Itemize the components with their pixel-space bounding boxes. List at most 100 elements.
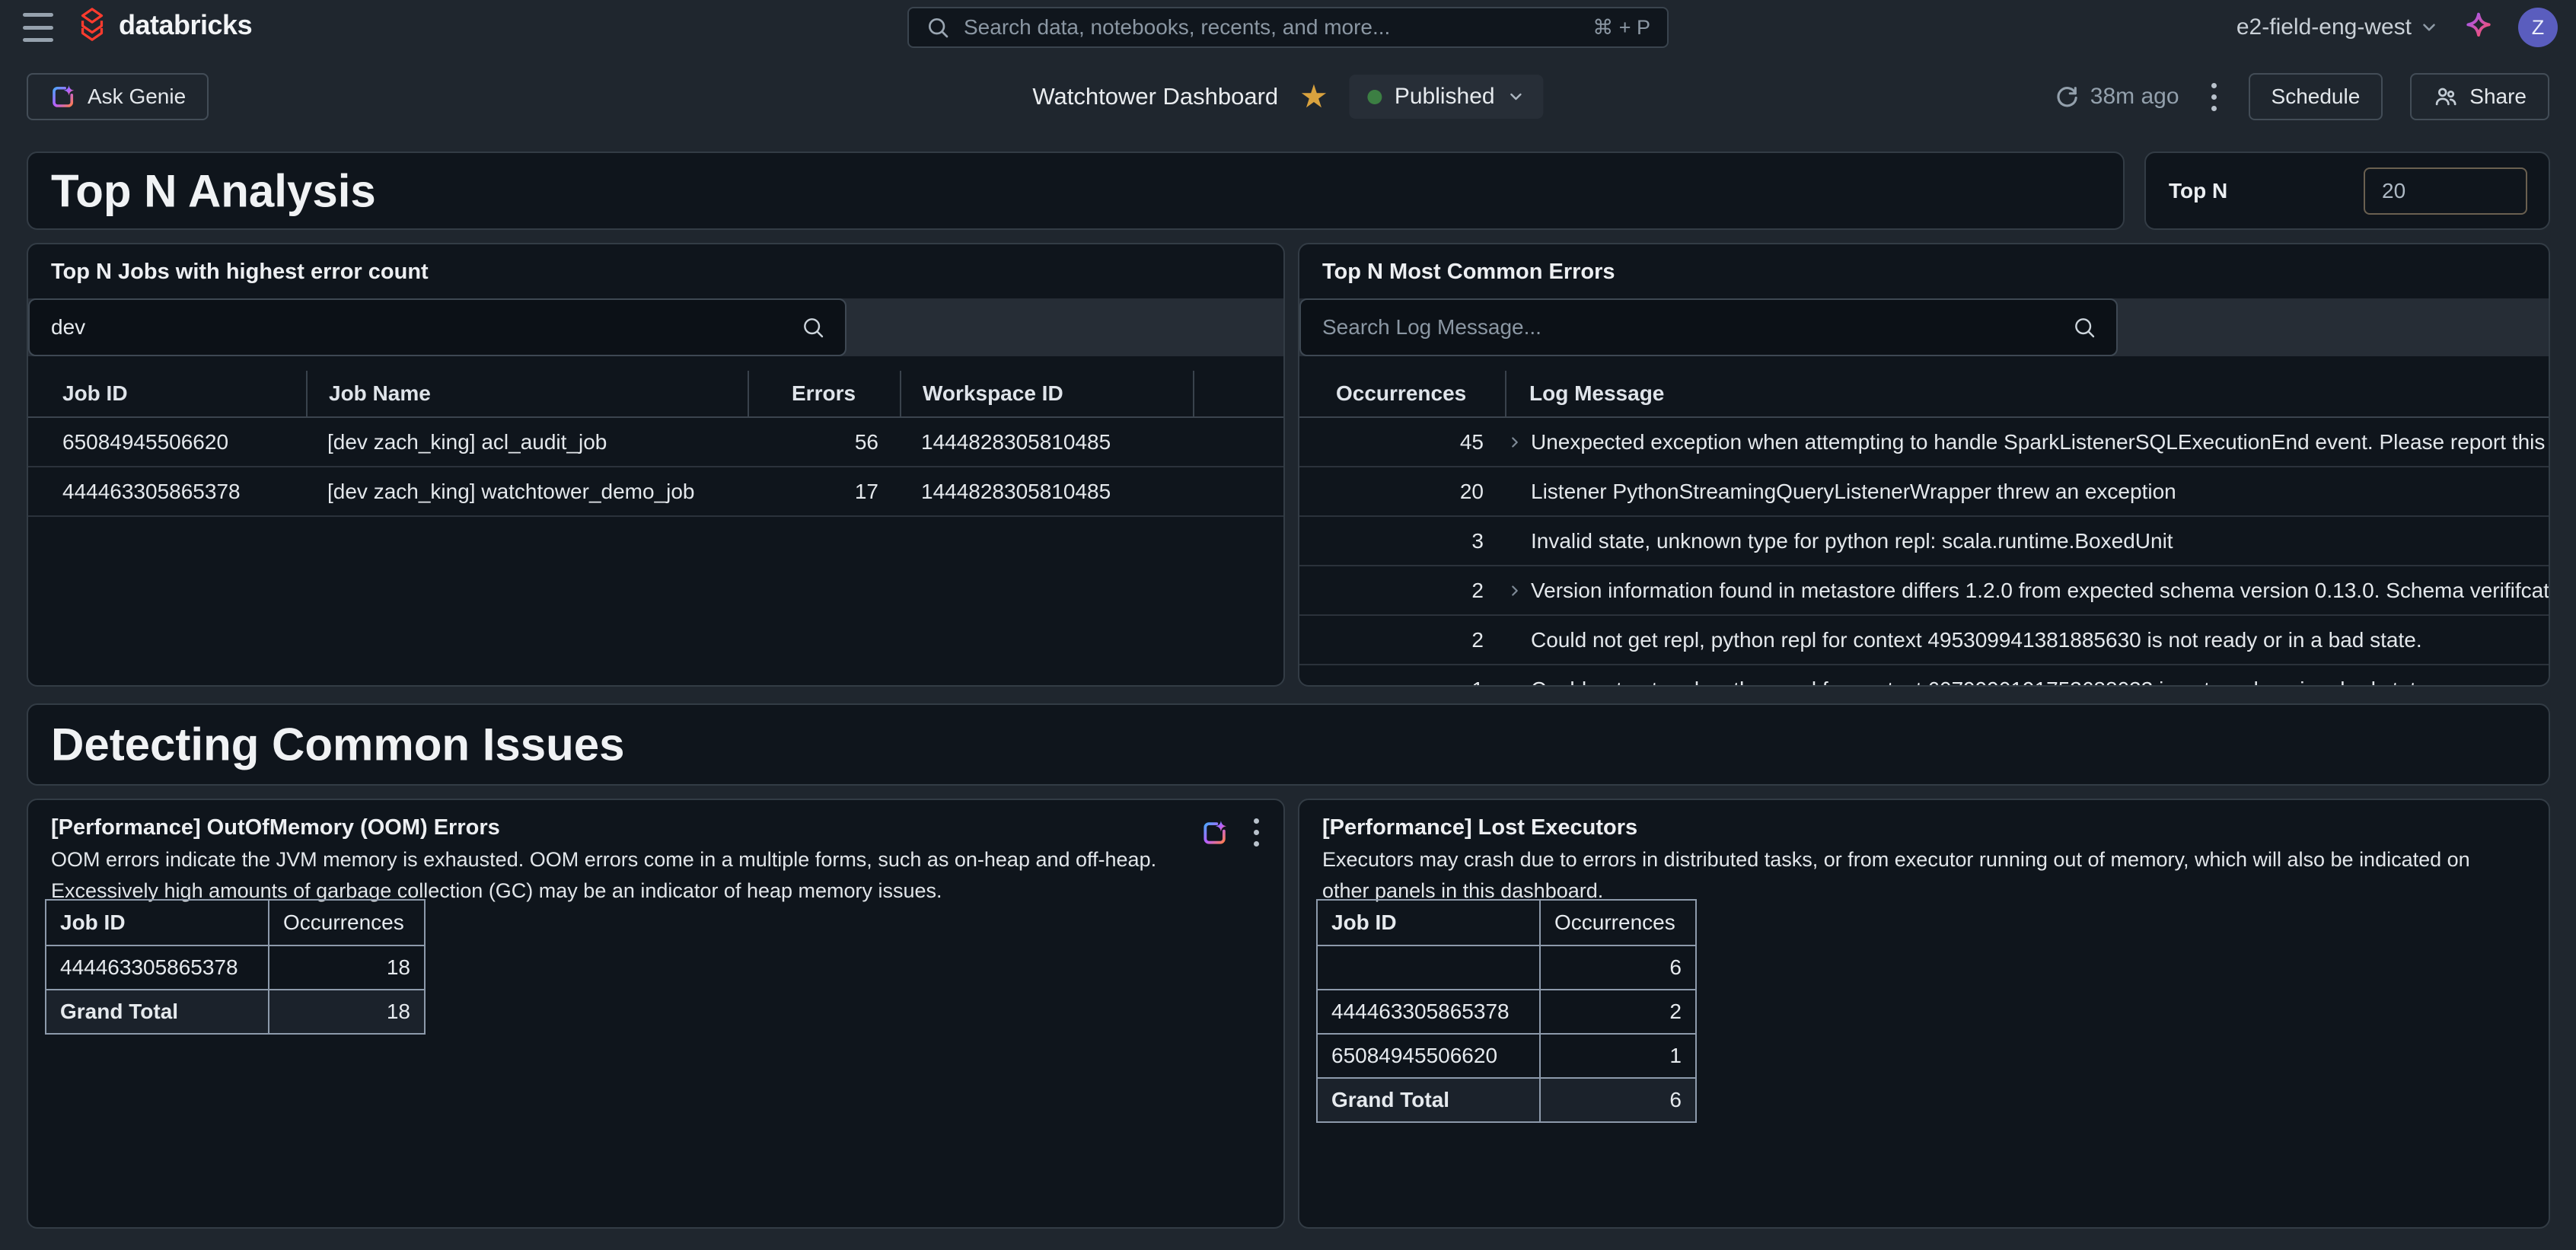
cell-job-id: 444463305865378 [46,945,268,989]
expand-chevron-icon[interactable] [1506,582,1523,599]
top-n-analysis-heading: Top N Analysis [51,164,376,217]
errors-search-box[interactable] [1299,298,2118,356]
expand-chevron-icon[interactable] [1506,434,1523,451]
search-shortcut: ⌘ + P [1592,16,1650,40]
oom-panel-actions [1200,814,1264,851]
jobs-search-strip [28,298,1283,356]
column-header-log-message: Log Message [1505,371,2549,416]
lost-executors-table: Job ID Occurrences 6 444463305865378 2 6… [1316,899,1697,1123]
cell-job-id: 65084945506620 [1318,1033,1539,1077]
databricks-logo[interactable]: databricks [75,6,252,44]
cell-occurrences: 1 [1299,678,1505,687]
share-label: Share [2469,85,2527,109]
oom-errors-panel: [Performance] OutOfMemory (OOM) Errors O… [27,799,1285,1229]
ask-genie-button[interactable]: Ask Genie [27,73,209,120]
cell-job-id: 444463305865378 [1318,989,1539,1033]
table-row: 2 Could not get repl, python repl for co… [1299,616,2549,665]
schedule-button[interactable]: Schedule [2249,73,2383,120]
share-people-icon [2433,84,2459,110]
chevron-down-icon [2419,18,2439,37]
cell-log-message: Listener PythonStreamingQueryListenerWra… [1505,480,2549,504]
chevron-down-icon [1507,88,1526,106]
kebab-menu-icon[interactable] [1249,814,1264,851]
cell-occurrences: 1 [1539,1033,1695,1077]
jobs-table: Job ID Job Name Errors Workspace ID 6508… [28,371,1283,685]
user-avatar[interactable]: Z [2518,8,2558,47]
global-search-input[interactable] [962,14,1580,40]
column-header-errors: Errors [748,371,900,416]
refresh-icon [2054,84,2080,110]
lost-executors-description: Executors may crash due to errors in dis… [1322,844,2470,907]
top-n-input[interactable] [2364,167,2527,215]
top-n-jobs-title: Top N Jobs with highest error count [51,260,429,285]
workspace-name: e2-field-eng-west [2236,14,2412,40]
lost-executors-panel: [Performance] Lost Executors Executors m… [1298,799,2550,1229]
cell-occurrences: 45 [1299,430,1505,454]
search-icon [2072,315,2096,340]
assistant-sparkle-icon[interactable] [2462,11,2495,44]
publish-status-dropdown[interactable]: Published [1350,75,1544,119]
column-header-workspace-id: Workspace ID [900,371,1193,416]
search-icon [801,315,825,340]
table-row: 65084945506620 [dev zach_king] acl_audit… [28,418,1283,467]
oom-table: Job ID Occurrences 444463305865378 18 Gr… [45,899,426,1035]
favorite-star-icon[interactable]: ★ [1299,81,1328,113]
common-errors-panel: Top N Most Common Errors Occurrences Log… [1298,243,2550,687]
table-row: 444463305865378 [dev zach_king] watchtow… [28,467,1283,517]
last-refresh-text: 38m ago [2090,84,2179,110]
errors-table-header: Occurrences Log Message [1299,371,2549,418]
cell-errors: 56 [748,430,900,454]
jobs-search-input[interactable] [49,314,789,340]
table-row: 2 Version information found in metastore… [1299,566,2549,616]
table-row: 3 Invalid state, unknown type for python… [1299,517,2549,566]
cell-occurrences: 6 [1539,945,1695,989]
top-bar: databricks ⌘ + P e2-field-eng-west [0,0,2576,55]
grand-total-label: Grand Total [46,989,268,1033]
column-header-spacer [1193,371,1283,416]
databricks-wordmark: databricks [119,9,252,41]
oom-description: OOM errors indicate the JVM memory is ex… [51,844,1156,907]
grand-total-label: Grand Total [1318,1077,1539,1121]
published-status-dot [1368,90,1382,104]
column-header-job-name: Job Name [306,371,748,416]
cell-job-id: 65084945506620 [28,430,306,454]
ask-genie-label: Ask Genie [88,85,186,109]
cell-errors: 17 [748,480,900,504]
refresh-status[interactable]: 38m ago [2054,84,2179,110]
lost-executors-title: [Performance] Lost Executors [1322,815,1637,840]
cell-log-message: Unexpected exception when attempting to … [1505,430,2549,454]
cell-occurrences: 20 [1299,480,1505,504]
column-header-job-id: Job ID [1318,901,1539,945]
common-issues-heading: Detecting Common Issues [51,719,625,771]
column-header-occurrences: Occurrences [268,901,424,945]
jobs-search-box[interactable] [28,298,846,356]
global-search[interactable]: ⌘ + P [907,7,1669,48]
column-header-job-id: Job ID [28,371,306,416]
cell-log-message: Version information found in metastore d… [1505,579,2549,603]
workspace-selector[interactable]: e2-field-eng-west [2236,14,2439,40]
hamburger-menu-icon[interactable] [23,13,53,42]
genie-icon[interactable] [1200,818,1229,847]
common-issues-heading-panel: Detecting Common Issues [27,703,2550,786]
cell-workspace-id: 1444828305810485 [900,430,1193,454]
errors-table: Occurrences Log Message 45 Unexpected ex… [1299,371,2549,685]
top-n-label: Top N [2169,179,2227,203]
common-errors-title: Top N Most Common Errors [1322,260,1615,285]
search-icon [926,15,950,40]
toolbar-right: 38m ago Schedule Share [2054,55,2549,139]
errors-search-strip [1299,298,2549,356]
top-n-filter-widget: Top N [2144,151,2550,230]
errors-search-input[interactable] [1321,314,2060,340]
toolbar-center: Watchtower Dashboard ★ Published [1032,55,1543,139]
top-n-analysis-heading-panel: Top N Analysis [27,151,2125,230]
kebab-menu-icon[interactable] [2207,78,2221,116]
cell-job-name: [dev zach_king] watchtower_demo_job [306,480,748,504]
schedule-label: Schedule [2272,85,2361,109]
cell-log-message: Could not get repl, python repl for cont… [1505,628,2549,652]
share-button[interactable]: Share [2410,73,2549,120]
dashboard-toolbar: Ask Genie Watchtower Dashboard ★ Publish… [0,55,2576,139]
grand-total-value: 18 [268,989,424,1033]
cell-occurrences: 2 [1299,628,1505,652]
dashboard-title: Watchtower Dashboard [1032,83,1278,110]
cell-occurrences: 2 [1539,989,1695,1033]
